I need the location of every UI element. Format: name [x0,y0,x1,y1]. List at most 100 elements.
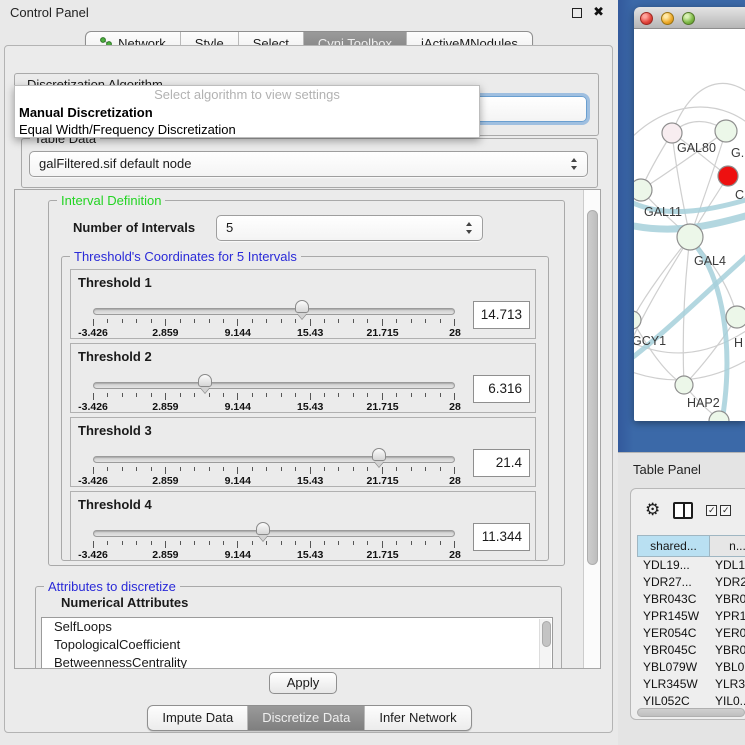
node-label: GAL11 [644,205,682,219]
network-edge[interactable] [641,131,726,190]
table-cell[interactable]: YIL052C [637,693,709,705]
threshold-slider-track[interactable] [93,382,455,389]
list-item[interactable]: TopologicalCoefficient [42,636,552,654]
column-header-shared-name[interactable]: shared... [638,536,710,556]
table-row[interactable]: YPR145WYPR1... [637,608,745,625]
float-window-icon[interactable] [572,8,582,18]
tick-mark [237,541,238,548]
popup-option-manual[interactable]: Manual Discretization [15,104,479,121]
network-node[interactable] [662,123,682,143]
network-graph[interactable]: GAL80G.CGAL11GAL4GCY1HHAP2 [634,29,745,421]
stepper-arrows-icon [466,222,473,234]
tick-mark [93,467,94,474]
tick-mark [107,319,108,323]
table-row[interactable]: YBL079WYBL0... [637,659,745,676]
zoom-window-icon[interactable] [682,12,695,25]
table-cell[interactable]: YDR27... [637,574,709,591]
popup-option-equal-width[interactable]: Equal Width/Frequency Discretization [15,121,479,138]
numerical-attributes-list[interactable]: SelfLoops TopologicalCoefficient Between… [41,617,553,669]
tab-infer-network[interactable]: Infer Network [365,706,470,730]
network-node[interactable] [726,306,745,328]
table-row[interactable]: YBR043CYBR0... [637,591,745,608]
table-cell[interactable]: YBR0... [709,591,745,608]
table-cell[interactable]: YER054C [637,625,709,642]
tick-mark [151,467,152,471]
network-window-titlebar[interactable] [634,7,745,29]
table-cell[interactable]: YLR345W [637,676,709,693]
table-row[interactable]: YER054CYER0... [637,625,745,642]
table-row[interactable]: YBR045CYBR0... [637,642,745,659]
table-cell[interactable]: YBR043C [637,591,709,608]
table-cell[interactable]: YIL0... [709,693,745,705]
column-header-name[interactable]: n... [710,536,745,556]
attributes-scrollbar[interactable] [539,619,551,669]
tick-mark [338,319,339,323]
threshold-value-field[interactable]: 11.344 [473,523,530,551]
settings-vertical-scrollbar[interactable] [583,190,600,668]
minimize-window-icon[interactable] [661,12,674,25]
network-node[interactable] [715,120,737,142]
threshold-slider-track[interactable] [93,530,455,537]
table-cell[interactable]: YLR3... [709,676,745,693]
tab-discretize-data[interactable]: Discretize Data [248,706,365,730]
network-node[interactable] [709,411,729,421]
close-window-icon[interactable] [640,12,653,25]
threshold-value-field[interactable]: 21.4 [473,449,530,477]
table-cell[interactable]: YDL1... [709,557,745,574]
table-horizontal-scrollbar[interactable] [637,708,745,717]
network-edge[interactable] [634,237,690,320]
table-data-combobox[interactable]: galFiltered.sif default node [29,151,588,177]
network-node[interactable] [634,179,652,201]
table-data-value: galFiltered.sif default node [39,156,191,171]
network-node[interactable] [718,166,738,186]
threshold-value-field[interactable]: 6.316 [473,375,530,403]
scrollbar-thumb[interactable] [542,621,551,647]
columns-icon[interactable] [673,502,693,519]
threshold-slider-track[interactable] [93,308,455,315]
tick-mark [310,393,311,400]
tick-mark [324,541,325,545]
table-cell[interactable]: YDL19... [637,557,709,574]
network-node[interactable] [634,311,641,329]
network-canvas[interactable]: GAL80G.CGAL11GAL4GCY1HHAP2 [634,29,745,421]
table-cell[interactable]: YPR1... [709,608,745,625]
close-icon[interactable]: ✖ [593,4,604,20]
table-row[interactable]: YDL19...YDL1... [637,557,745,574]
checkbox-icon[interactable]: ✓ [706,505,717,516]
table-cell[interactable]: YBR045C [637,642,709,659]
network-view-window: GAL80G.CGAL11GAL4GCY1HHAP2 [634,7,745,421]
threshold-slider-thumb[interactable] [256,522,270,535]
threshold-slider-track[interactable] [93,456,455,463]
table-cell[interactable]: YPR145W [637,608,709,625]
tick-mark [281,467,282,471]
table-row[interactable]: YLR345WYLR3... [637,676,745,693]
panel-title: Control Panel [10,5,89,20]
list-item[interactable]: SelfLoops [42,618,552,636]
number-of-intervals-combobox[interactable]: 5 [216,215,483,241]
threshold-value-field[interactable]: 14.713 [473,301,530,329]
tab-impute-data[interactable]: Impute Data [148,706,248,730]
table-cell[interactable]: YER0... [709,625,745,642]
threshold-slider-thumb[interactable] [295,300,309,313]
scrollbar-thumb[interactable] [587,210,598,565]
table-cell[interactable]: YDR2... [709,574,745,591]
apply-button[interactable]: Apply [269,672,337,694]
scale-label: 28 [449,475,461,487]
checkbox-icon[interactable]: ✓ [720,505,731,516]
tick-mark [107,393,108,397]
table-row[interactable]: YIL052CYIL0... [637,693,745,705]
list-item[interactable]: BetweennessCentrality [42,654,552,669]
tick-mark [382,541,383,548]
select-columns-icons[interactable]: ✓ ✓ [706,505,731,516]
table-cell[interactable]: YBR0... [709,642,745,659]
table-cell[interactable]: YBL079W [637,659,709,676]
node-table-container: ⚙ ✓ ✓ shared... n... YDL19...YDL1...YDR2… [630,488,745,720]
threshold-slider-thumb[interactable] [198,374,212,387]
network-node[interactable] [675,376,693,394]
gear-icon[interactable]: ⚙ [645,501,660,519]
table-row[interactable]: YDR27...YDR2... [637,574,745,591]
scale-label: -3.426 [78,327,108,339]
network-node[interactable] [677,224,703,250]
table-cell[interactable]: YBL0... [709,659,745,676]
threshold-slider-thumb[interactable] [372,448,386,461]
